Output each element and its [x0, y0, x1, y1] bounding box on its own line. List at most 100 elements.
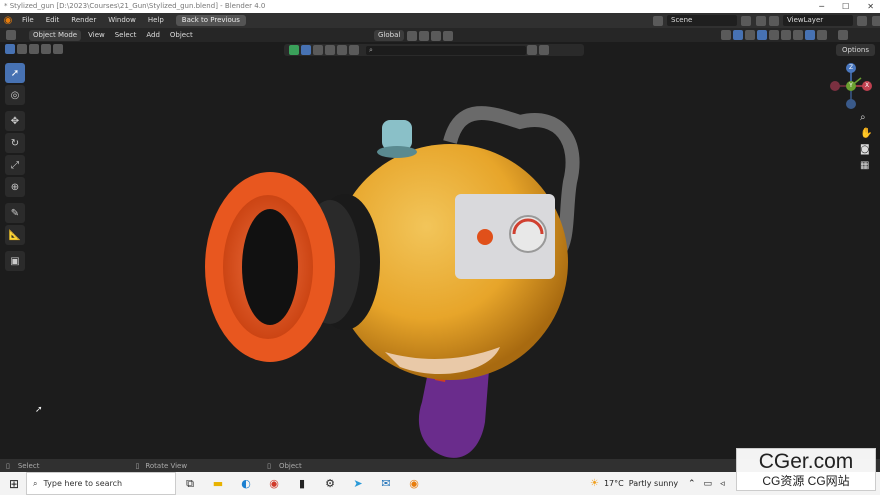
- scene-new-icon[interactable]: [741, 15, 751, 26]
- gizmo-y-axis[interactable]: Y: [846, 81, 856, 91]
- viewlayer-icon[interactable]: [769, 15, 779, 26]
- light-filter-icon[interactable]: [325, 45, 335, 55]
- gizmo-neg-z-axis[interactable]: [846, 99, 856, 109]
- blender-logo-icon[interactable]: ◉: [0, 13, 16, 28]
- camera-view-icon[interactable]: ◙: [860, 144, 872, 155]
- viewlayer-new-icon[interactable]: [857, 15, 867, 26]
- menu-render[interactable]: Render: [65, 13, 102, 28]
- rotate-tool-icon[interactable]: ↻: [5, 133, 25, 153]
- scale-tool-icon[interactable]: ⤢: [5, 155, 25, 175]
- mail-icon[interactable]: ✉: [372, 472, 400, 495]
- menu-window[interactable]: Window: [102, 13, 142, 28]
- top-light-base-shape: [377, 146, 417, 158]
- hand-pan-icon[interactable]: ✋: [860, 128, 872, 139]
- toggle-sidebar-icon[interactable]: [838, 30, 848, 40]
- transform-tool-icon[interactable]: ⊕: [5, 177, 25, 197]
- usb-drive-icon[interactable]: ▮: [288, 472, 316, 495]
- object-type-icon[interactable]: [289, 45, 299, 55]
- gizmo-toggle-icon[interactable]: [733, 30, 743, 40]
- select-box-tool-icon[interactable]: ➚: [5, 63, 25, 83]
- navigation-gizmo[interactable]: Z X Y: [825, 62, 877, 114]
- funnel-icon[interactable]: [539, 45, 549, 55]
- empty-filter-icon[interactable]: [349, 45, 359, 55]
- annotate-tool-icon[interactable]: ✎: [5, 203, 25, 223]
- telegram-icon[interactable]: ➤: [344, 472, 372, 495]
- measure-tool-icon[interactable]: 📐: [5, 225, 25, 245]
- back-to-previous-button[interactable]: Back to Previous: [175, 15, 246, 26]
- window-title-bar: * Stylized_gun [D:\2023\Courses\21_Gun\S…: [0, 0, 880, 13]
- view-menu[interactable]: View: [83, 28, 110, 42]
- curve-filter-icon[interactable]: [313, 45, 323, 55]
- minimize-icon[interactable]: ─: [819, 0, 824, 13]
- viewport-search-input[interactable]: ⌕: [366, 45, 526, 55]
- weather-temp: 17°C: [603, 479, 624, 488]
- menu-file[interactable]: File: [16, 13, 40, 28]
- network-icon[interactable]: ▭: [704, 479, 713, 489]
- wireframe-shading-icon[interactable]: [769, 30, 779, 40]
- material-shading-icon[interactable]: [793, 30, 803, 40]
- xray-icon[interactable]: [757, 30, 767, 40]
- file-explorer-icon[interactable]: ▬: [204, 472, 232, 495]
- select-intersect-icon[interactable]: [53, 44, 63, 54]
- move-tool-icon[interactable]: ✥: [5, 111, 25, 131]
- volume-icon[interactable]: ◃: [720, 479, 725, 489]
- add-menu[interactable]: Add: [141, 28, 165, 42]
- select-subtract-icon[interactable]: [29, 44, 39, 54]
- zoom-icon[interactable]: ⌕: [860, 112, 872, 123]
- settings-gear-icon[interactable]: ⚙: [316, 472, 344, 495]
- tray-chevron-icon[interactable]: ⌃: [688, 479, 696, 489]
- pivot-icon[interactable]: [407, 30, 418, 41]
- editor-type-icon[interactable]: [6, 30, 16, 40]
- camera-filter-icon[interactable]: [337, 45, 347, 55]
- viewport-filter-bar: ⌕: [284, 44, 584, 56]
- edge-browser-icon[interactable]: ◐: [232, 472, 260, 495]
- scene-field[interactable]: Scene: [667, 15, 737, 26]
- add-cube-tool-icon[interactable]: ▣: [5, 251, 25, 271]
- mouse-right-icon: ▯: [267, 461, 271, 470]
- scene-icon[interactable]: [653, 15, 663, 26]
- select-new-icon[interactable]: [5, 44, 15, 54]
- gizmo-x-axis[interactable]: X: [862, 81, 872, 91]
- rendered-shading-icon[interactable]: [805, 30, 815, 40]
- close-icon[interactable]: ✕: [867, 0, 874, 13]
- solid-shading-icon[interactable]: [781, 30, 791, 40]
- 3d-viewport[interactable]: ⌕ Options Z X Y ⌕ ✋ ◙ ▦ ➚ ◎ ✥ ↻ ⤢ ⊕ ✎ 📐 …: [0, 42, 880, 459]
- grid-perspective-icon[interactable]: ▦: [860, 160, 872, 171]
- bookmark-icon[interactable]: [527, 45, 537, 55]
- transform-orientation-dropdown[interactable]: Global: [374, 30, 405, 41]
- visibility-icon[interactable]: [721, 30, 731, 40]
- mode-dropdown[interactable]: Object Mode: [29, 29, 82, 41]
- mouse-middle-icon: ▯: [135, 461, 140, 470]
- maximize-icon[interactable]: ☐: [842, 0, 849, 13]
- falloff-icon[interactable]: [443, 30, 454, 41]
- scene-remove-icon[interactable]: [756, 15, 766, 26]
- mouse-left-icon: ▯: [6, 461, 10, 470]
- tool-shelf: ➚ ◎ ✥ ↻ ⤢ ⊕ ✎ 📐 ▣: [5, 63, 27, 273]
- task-view-icon[interactable]: ⧉: [176, 472, 204, 495]
- select-extend-icon[interactable]: [17, 44, 27, 54]
- gizmo-neg-x-axis[interactable]: [830, 81, 840, 91]
- options-button[interactable]: Options: [836, 44, 876, 56]
- object-menu[interactable]: Object: [165, 28, 198, 42]
- select-menu[interactable]: Select: [110, 28, 142, 42]
- select-invert-icon[interactable]: [41, 44, 51, 54]
- proportional-edit-icon[interactable]: [431, 30, 442, 41]
- weather-widget[interactable]: ☀ 17°C Partly sunny: [590, 472, 678, 495]
- chrome-browser-icon[interactable]: ◉: [260, 472, 288, 495]
- overlay-icon[interactable]: [745, 30, 755, 40]
- viewlayer-remove-icon[interactable]: [872, 15, 880, 26]
- shading-options-icon[interactable]: [817, 30, 827, 40]
- menu-edit[interactable]: Edit: [40, 13, 66, 28]
- windows-start-icon[interactable]: ⊞: [0, 472, 28, 495]
- viewlayer-field[interactable]: ViewLayer: [783, 15, 853, 26]
- blender-taskbar-icon[interactable]: ◉: [400, 472, 428, 495]
- system-tray: ⌃ ▭ ◃: [688, 472, 725, 495]
- knob-shape: [477, 229, 493, 245]
- cursor-tool-icon[interactable]: ◎: [5, 85, 25, 105]
- stylized-gun-render: [205, 106, 580, 458]
- taskbar-search-box[interactable]: ⌕ Type here to search: [26, 472, 176, 495]
- snap-icon[interactable]: [419, 30, 430, 41]
- gizmo-z-axis[interactable]: Z: [846, 63, 856, 73]
- mesh-filter-icon[interactable]: [301, 45, 311, 55]
- menu-help[interactable]: Help: [142, 13, 170, 28]
